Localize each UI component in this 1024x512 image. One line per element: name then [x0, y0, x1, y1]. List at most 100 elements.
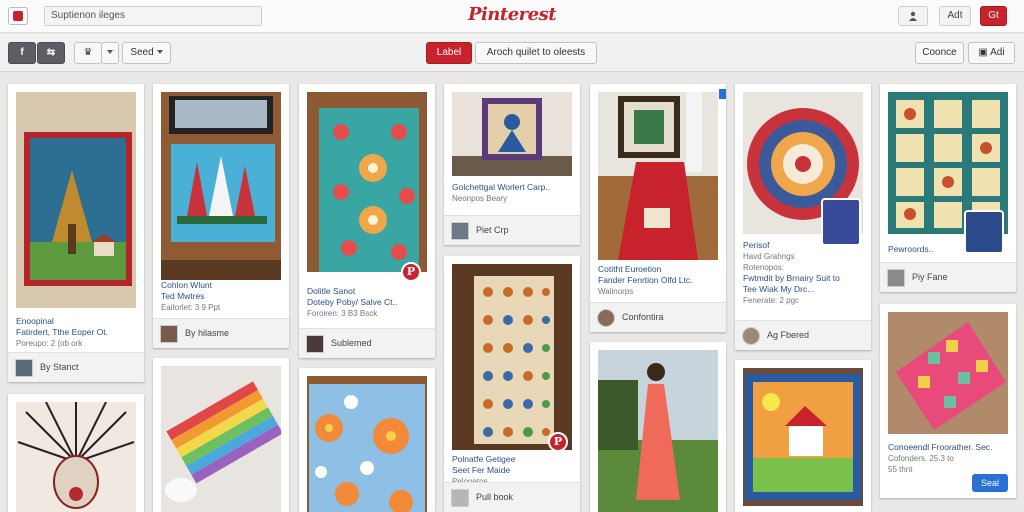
cancel-button[interactable]: Coonce [915, 42, 964, 64]
pin-image-hallway-runner[interactable] [598, 92, 718, 260]
pin-card[interactable]: Enoopinal Fatirdert, Tthe Eoper Ot. Pore… [8, 84, 144, 382]
pin-card[interactable]: P Dolitle Sanot Doteby Poby/ Salve Ct.. … [299, 84, 435, 358]
pinner-name[interactable]: Sublemed [331, 338, 372, 348]
pinterest-logo[interactable]: Pinterest [446, 4, 578, 25]
pin-image-tree-quilt[interactable] [16, 92, 136, 308]
app-menu-icon[interactable] [8, 7, 28, 25]
chevron-down-icon [107, 50, 113, 55]
avatar[interactable] [306, 335, 324, 353]
pin-title: Perisof [743, 240, 770, 250]
pin-image-spiky-quilt[interactable] [16, 402, 136, 512]
pin-card[interactable]: Cotitht Euroetion Fander Fenrtion Olfd L… [590, 84, 726, 332]
pin-card[interactable]: P Polnatfe Getigee Seet Fer Maide Pelope… [444, 256, 580, 512]
pin-image-flower-quilt[interactable] [307, 92, 427, 272]
facebook-button[interactable]: f [8, 42, 36, 64]
gift-dropdown[interactable] [101, 42, 119, 64]
add-button-label: Adi [990, 47, 1005, 58]
send-button[interactable]: Seal [972, 474, 1008, 492]
avatar[interactable] [451, 489, 469, 507]
avatar[interactable] [451, 222, 469, 240]
pin-title: Golchettgal Worlert Carp.. [452, 182, 551, 192]
search-input[interactable]: Suptienon ileges [44, 6, 262, 26]
avatar[interactable] [887, 269, 905, 287]
pin-card[interactable] [153, 358, 289, 512]
avatar[interactable] [597, 309, 615, 327]
pin-footer: Confontira [590, 302, 726, 332]
pin-image-rainbow-fabric[interactable] [161, 366, 281, 512]
camera-icon: ▣ [978, 47, 991, 58]
pinterest-pin-icon[interactable]: P [401, 262, 421, 282]
pin-image-christmas-trees[interactable] [161, 92, 281, 280]
pinner-name[interactable]: By Stanct [40, 362, 79, 372]
pin-footer: Piy Fane [880, 262, 1016, 292]
profile-header-button[interactable]: Gt [980, 6, 1007, 26]
facebook-icon: f [20, 47, 24, 58]
pin-meta: Fenerate: 2 pgc [743, 296, 800, 305]
share-icon: ⇆ [46, 47, 56, 58]
pin-title: Dolitle Sanot [307, 286, 356, 296]
chevron-down-icon [156, 50, 163, 55]
add-button[interactable]: ▣ Adi [968, 42, 1015, 64]
pin-title: Pewroords.. [888, 244, 934, 254]
pin-subtitle: Tee Wiak My Drc... [743, 284, 815, 294]
pin-image-daisy-quilt[interactable] [307, 376, 427, 512]
pin-card[interactable]: Pewroords.. Piy Fane [880, 84, 1016, 292]
pin-card[interactable]: Conoeendl Froorather. Sec. Cofonders. 25… [880, 304, 1016, 498]
pin-card[interactable] [8, 394, 144, 512]
pin-meta: Eaitorlet: 3 9 Ppt [161, 303, 221, 312]
pin-title: Conoeendl Froorather. Sec. [888, 442, 993, 452]
pinner-name[interactable]: Confontira [622, 312, 664, 322]
gift-button[interactable]: ♛ [74, 42, 102, 64]
pin-image-patchwork-blanket[interactable] [888, 312, 1008, 434]
pin-meta: Foroiren: 3 B3 Bsck [307, 309, 378, 318]
pin-card[interactable] [590, 342, 726, 512]
pinner-name[interactable]: Ag Fbered [767, 330, 809, 340]
pin-card[interactable] [299, 368, 435, 512]
pin-text: Cohlon Wlunt Ted Mwtres Eaitorlet: 3 9 P… [161, 280, 283, 313]
seed-label: Seed [130, 47, 154, 58]
pin-image-framed-quilt[interactable] [452, 92, 572, 176]
pin-image-woman-dress[interactable] [598, 350, 718, 512]
pin-subtitle: Seet Fer Maide [452, 465, 511, 475]
pinner-name[interactable]: Piy Fane [912, 272, 948, 282]
pin-text: Golchettgal Worlert Carp.. Neonpos Beary [452, 182, 574, 204]
pin-title: Polnatfe Getigee [452, 454, 516, 464]
pinner-name[interactable]: Pull book [476, 492, 513, 502]
pin-card[interactable] [735, 360, 871, 512]
pin-subtitle: Fatirdert, Tthe Eoper Ot. [16, 327, 108, 337]
gift-icon: ♛ [83, 47, 93, 58]
pin-card[interactable]: Golchettgal Worlert Carp.. Neonpos Beary… [444, 84, 580, 245]
avatar[interactable] [160, 325, 178, 343]
share-button[interactable]: ⇆ [37, 42, 65, 64]
pin-title: Cohlon Wlunt [161, 280, 213, 290]
toolbar: f ⇆ ♛ Seed Label Aroch quilet to oleests… [0, 34, 1024, 72]
pin-footer: By Stanct [8, 352, 144, 382]
pinterest-pin-icon[interactable]: P [548, 432, 568, 452]
pin-meta: Havd Grahngs [743, 252, 795, 261]
add-header-button[interactable]: Adt [939, 6, 971, 26]
pin-text: Pewroords.. [888, 244, 1010, 255]
pin-subtitle: Doteby Poby/ Salve Ct.. [307, 297, 398, 307]
pin-footer: Sublemed [299, 328, 435, 358]
pin-text: Perisof Havd Grahngs Rotenopos: Fwtmdit … [743, 240, 865, 306]
seed-dropdown[interactable]: Seed [122, 42, 171, 64]
pin-card[interactable]: Perisof Havd Grahngs Rotenopos: Fwtmdit … [735, 84, 871, 350]
send-icon[interactable] [718, 88, 726, 100]
pinner-name[interactable]: Piet Crp [476, 225, 509, 235]
avatar[interactable] [15, 359, 33, 377]
avatar[interactable] [742, 327, 760, 345]
pin-meta: Poreupo: 2 (ob ork [16, 339, 83, 348]
pin-footer: Piet Crp [444, 215, 580, 245]
pin-subtitle: Ted Mwtres [161, 291, 205, 301]
action-button[interactable]: Aroch quilet to oleests [475, 42, 597, 64]
pin-image-house-quilt[interactable] [743, 368, 863, 506]
user-icon-button[interactable] [898, 6, 928, 26]
pin-card[interactable]: Cohlon Wlunt Ted Mwtres Eaitorlet: 3 9 P… [153, 84, 289, 348]
pin-meta: Cofonders. 25.3 to [888, 454, 954, 463]
label-button[interactable]: Label [426, 42, 472, 64]
pin-footer: By hilasme [153, 318, 289, 348]
pin-meta: Rotenopos: [743, 263, 784, 272]
pin-image-sampler-quilt[interactable] [452, 264, 572, 450]
pinner-name[interactable]: By hilasme [185, 328, 229, 338]
pin-text: Cotitht Euroetion Fander Fenrtion Olfd L… [598, 264, 720, 297]
